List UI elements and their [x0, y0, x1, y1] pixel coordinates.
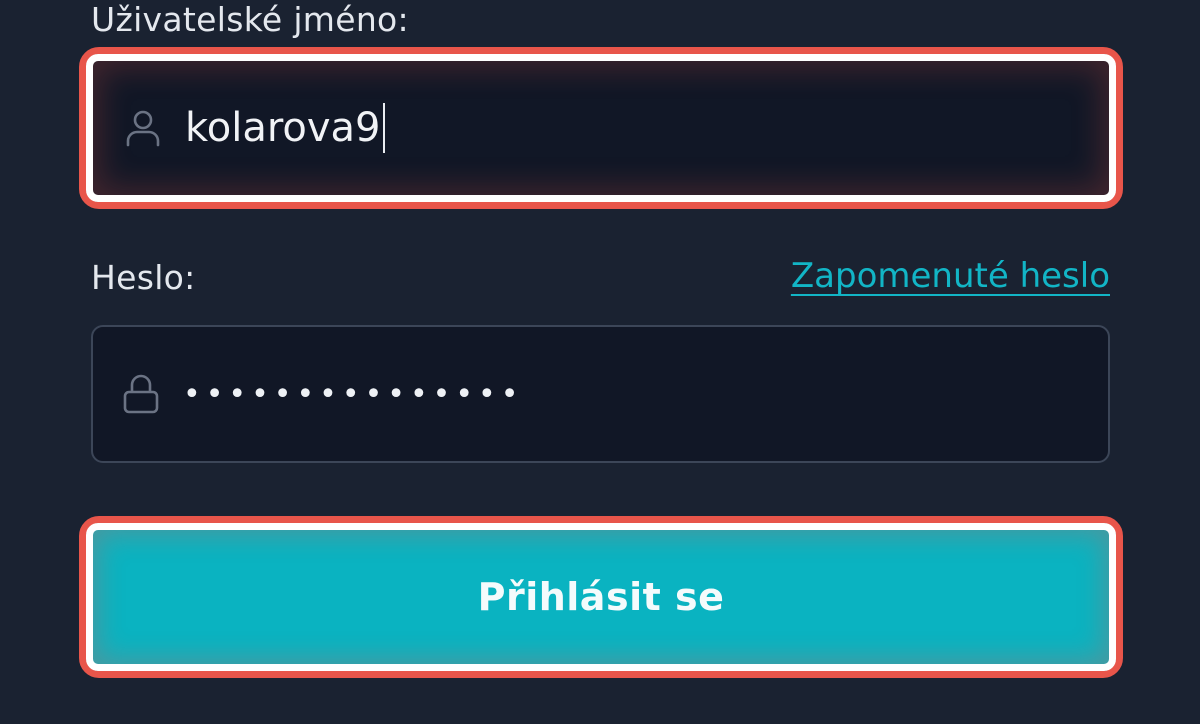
username-highlight-frame: kolarova9	[79, 47, 1123, 209]
user-icon	[123, 106, 163, 150]
login-button[interactable]: Přihlásit se	[86, 523, 1116, 671]
forgot-password-link[interactable]: Zapomenuté heslo	[791, 256, 1110, 296]
username-value: kolarova9	[185, 105, 381, 151]
password-label: Heslo:	[91, 258, 196, 297]
username-field[interactable]: kolarova9	[86, 54, 1116, 202]
password-masked-value: •••••••••••••••	[183, 376, 524, 412]
login-highlight-frame: Přihlásit se	[79, 516, 1123, 678]
text-caret	[382, 103, 385, 153]
lock-icon	[121, 372, 161, 416]
password-input[interactable]: •••••••••••••••	[121, 327, 1078, 461]
login-button-label: Přihlásit se	[477, 575, 725, 619]
username-input[interactable]: kolarova9	[123, 61, 1079, 195]
password-field[interactable]: •••••••••••••••	[91, 325, 1110, 463]
username-label: Uživatelské jméno:	[91, 0, 409, 39]
